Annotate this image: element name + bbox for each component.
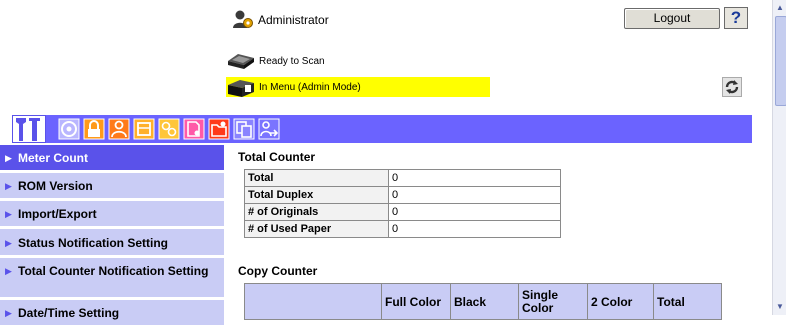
tab-security[interactable] xyxy=(82,115,106,143)
tab-network[interactable] xyxy=(157,115,181,143)
sidebar: ▶ Meter Count ▶ ROM Version ▶ Import/Exp… xyxy=(0,145,224,326)
triangle-right-icon: ▶ xyxy=(5,181,12,191)
row-value: 0 xyxy=(388,186,561,204)
vertical-scrollbar[interactable]: ▲ ▼ xyxy=(772,0,786,315)
scanner-icon xyxy=(228,54,254,69)
copy-counter-title: Copy Counter xyxy=(238,264,318,278)
admin-user-icon xyxy=(233,10,253,28)
triangle-right-icon: ▶ xyxy=(5,308,12,318)
column-header: Total xyxy=(653,283,722,320)
scanner-icon xyxy=(228,80,254,97)
gears-icon xyxy=(158,118,180,140)
table-row: Total Duplex 0 xyxy=(244,186,561,204)
table-header-row: Full Color Black Single Color 2 Color To… xyxy=(244,283,722,320)
sidebar-item-status-notification[interactable]: ▶ Status Notification Setting xyxy=(0,229,224,256)
logout-button[interactable]: Logout xyxy=(624,8,720,29)
row-value: 0 xyxy=(388,220,561,238)
tab-system-settings[interactable] xyxy=(57,115,81,143)
column-header: Full Color xyxy=(381,283,451,320)
row-label: # of Originals xyxy=(244,203,389,221)
row-value: 0 xyxy=(388,169,561,187)
column-header: 2 Color xyxy=(587,283,654,320)
sidebar-item-date-time[interactable]: ▶ Date/Time Setting xyxy=(0,300,224,326)
tab-logout[interactable] xyxy=(257,115,281,143)
box-icon xyxy=(133,118,155,140)
copy-counter-table: Full Color Black Single Color 2 Color To… xyxy=(244,283,722,320)
document-settings-icon xyxy=(183,118,205,140)
triangle-right-icon: ▶ xyxy=(5,153,12,163)
scroll-up-icon[interactable]: ▲ xyxy=(773,1,786,15)
copy-document-icon xyxy=(233,118,255,140)
tab-address-book[interactable] xyxy=(132,115,156,143)
total-counter-table: Total 0 Total Duplex 0 # of Originals 0 … xyxy=(244,169,561,238)
tab-box[interactable] xyxy=(232,115,256,143)
column-header: Single Color xyxy=(518,283,588,320)
scrollbar-thumb[interactable] xyxy=(775,16,786,106)
tab-print-settings[interactable] xyxy=(182,115,206,143)
user-role-label: Administrator xyxy=(258,13,329,27)
tab-user-auth[interactable] xyxy=(107,115,131,143)
device-status-text: Ready to Scan xyxy=(259,56,325,67)
triangle-right-icon: ▶ xyxy=(5,266,12,276)
row-label: Total xyxy=(244,169,389,187)
row-label: # of Used Paper xyxy=(244,220,389,238)
column-header xyxy=(244,283,382,320)
admin-mode-status-text: In Menu (Admin Mode) xyxy=(259,82,361,93)
sidebar-item-total-counter-notification[interactable]: ▶ Total Counter Notification Setting xyxy=(0,258,224,298)
sidebar-item-meter-count[interactable]: ▶ Meter Count xyxy=(0,145,224,171)
column-header: Black xyxy=(450,283,519,320)
triangle-right-icon: ▶ xyxy=(5,209,12,219)
total-counter-title: Total Counter xyxy=(238,150,316,164)
table-row: Total 0 xyxy=(244,169,561,187)
table-row: # of Used Paper 0 xyxy=(244,220,561,238)
disc-settings-icon xyxy=(58,118,80,140)
wrench-screwdriver-icon xyxy=(16,118,40,141)
person-arrow-icon xyxy=(258,118,280,140)
sidebar-item-rom-version[interactable]: ▶ ROM Version xyxy=(0,173,224,199)
table-row: # of Originals 0 xyxy=(244,203,561,221)
folder-gear-icon xyxy=(208,118,230,140)
tab-store-address[interactable] xyxy=(207,115,231,143)
tab-maintenance[interactable] xyxy=(12,115,46,143)
user-icon xyxy=(108,118,130,140)
sidebar-item-import-export[interactable]: ▶ Import/Export xyxy=(0,201,224,227)
refresh-icon[interactable] xyxy=(722,77,742,97)
padlock-icon xyxy=(83,118,105,140)
help-button[interactable]: ? xyxy=(724,7,748,29)
scroll-down-icon[interactable]: ▼ xyxy=(773,300,786,314)
triangle-right-icon: ▶ xyxy=(5,238,12,248)
row-value: 0 xyxy=(388,203,561,221)
row-label: Total Duplex xyxy=(244,186,389,204)
